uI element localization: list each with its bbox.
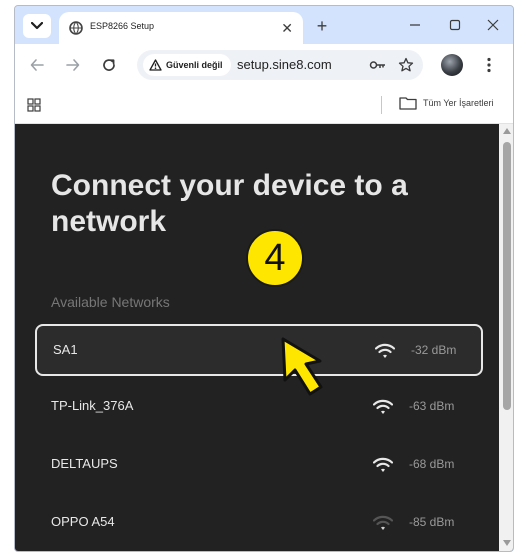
reload-button[interactable] (97, 53, 121, 77)
password-manager-button[interactable] (369, 57, 387, 73)
maximize-icon (449, 19, 461, 31)
tab-close-button[interactable]: ✕ (281, 18, 293, 38)
network-ssid: TP-Link_376A (51, 398, 134, 413)
close-icon (487, 19, 499, 31)
maximize-button[interactable] (439, 14, 471, 36)
chevron-down-icon (31, 22, 43, 30)
network-ssid: DELTAUPS (51, 456, 118, 471)
warning-triangle-icon (149, 59, 162, 71)
scroll-down-arrow-icon[interactable] (503, 540, 511, 546)
arrow-cursor-icon (281, 337, 323, 396)
network-row-oppo-a54[interactable]: OPPO A54 -85 dBm (35, 498, 483, 550)
page-viewport: Connect your device to a network 4 Avail… (15, 124, 513, 551)
security-chip[interactable]: Güvenli değil (143, 54, 231, 76)
wifi-icon (373, 399, 393, 414)
profile-avatar[interactable] (441, 54, 463, 76)
folder-icon (399, 97, 417, 110)
tab-strip: ESP8266 Setup ✕ + (15, 6, 513, 44)
url-text[interactable]: setup.sine8.com (237, 57, 332, 72)
key-icon (369, 61, 385, 69)
network-signal-strength: -68 dBm (409, 457, 455, 471)
network-signal-strength: -32 dBm (411, 343, 457, 357)
tab-title: ESP8266 Setup (90, 21, 155, 31)
arrow-right-icon (66, 59, 80, 71)
network-ssid: SA1 (53, 342, 78, 357)
tab-esp8266-setup[interactable]: ESP8266 Setup ✕ (59, 12, 303, 44)
browser-menu-button[interactable] (479, 54, 499, 76)
security-warning-label: Güvenli değil (166, 60, 223, 70)
page-scrollbar[interactable] (499, 124, 513, 551)
page-title: Connect your device to a network (51, 169, 408, 238)
minimize-icon (410, 24, 420, 26)
close-window-button[interactable] (477, 14, 509, 36)
globe-icon (69, 21, 83, 35)
back-button[interactable] (25, 53, 49, 77)
network-ssid: OPPO A54 (51, 514, 115, 529)
address-bar[interactable]: Güvenli değil setup.sine8.com (137, 50, 423, 80)
all-bookmarks-button[interactable]: Tüm Yer İşaretleri (399, 96, 494, 110)
apps-grid-icon[interactable] (27, 98, 41, 112)
wifi-icon (373, 457, 393, 472)
network-row-tp-link-376a[interactable]: TP-Link_376A -63 dBm (35, 382, 483, 434)
scrollbar-thumb[interactable] (503, 142, 511, 410)
network-signal-strength: -85 dBm (409, 515, 455, 529)
browser-window: ESP8266 Setup ✕ + Güvenli değil setup.si… (14, 5, 514, 552)
kebab-menu-icon (487, 57, 491, 73)
step-number-badge: 4 (246, 229, 304, 287)
bookmark-star-button[interactable] (397, 57, 415, 73)
available-networks-label: Available Networks (51, 294, 170, 310)
bookmarks-bar: Tüm Yer İşaretleri (15, 86, 513, 124)
minimize-button[interactable] (399, 14, 431, 36)
reload-icon (103, 59, 115, 71)
forward-button[interactable] (61, 53, 85, 77)
wifi-icon (375, 343, 395, 358)
network-row-sa1[interactable]: SA1 -32 dBm (35, 324, 483, 376)
tab-search-button[interactable] (23, 14, 51, 38)
arrow-left-icon (30, 59, 44, 71)
star-icon (398, 57, 414, 72)
new-tab-button[interactable]: + (311, 15, 333, 37)
wifi-icon (373, 515, 393, 530)
browser-toolbar: Güvenli değil setup.sine8.com (15, 44, 513, 86)
bookmarks-separator (381, 96, 382, 114)
network-signal-strength: -63 dBm (409, 399, 455, 413)
all-bookmarks-label: Tüm Yer İşaretleri (423, 98, 494, 108)
network-row-deltaups[interactable]: DELTAUPS -68 dBm (35, 440, 483, 492)
scroll-up-arrow-icon[interactable] (503, 128, 511, 134)
